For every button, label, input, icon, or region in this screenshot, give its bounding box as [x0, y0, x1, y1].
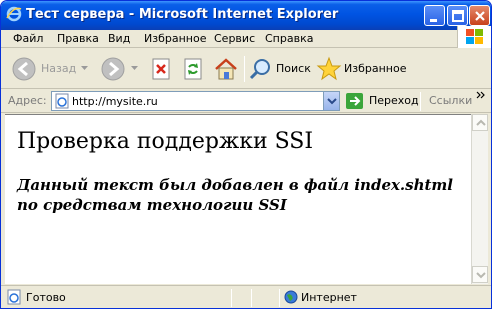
status-separator	[279, 289, 280, 307]
ie-window: Тест сервера - Microsoft Internet Explor…	[0, 0, 492, 309]
status-separator	[231, 289, 232, 307]
menu-edit[interactable]: Правка	[57, 32, 99, 45]
back-label: Назад	[41, 62, 77, 75]
scroll-up-button[interactable]	[472, 114, 488, 131]
go-button[interactable]: Переход	[346, 92, 419, 111]
maximize-button[interactable]	[447, 5, 468, 26]
back-button[interactable]: Назад	[9, 49, 89, 89]
address-dropdown-button[interactable]	[323, 92, 339, 110]
close-icon	[475, 11, 485, 21]
address-url: http://mysite.ru	[72, 95, 158, 108]
go-label: Переход	[369, 94, 419, 107]
globe-icon	[284, 290, 298, 304]
menu-favorites[interactable]: Избранное	[144, 32, 206, 45]
security-zone: Интернет	[301, 291, 357, 304]
title-bar[interactable]: Тест сервера - Microsoft Internet Explor…	[1, 1, 491, 30]
page-icon	[55, 93, 69, 109]
chevron-down-icon	[476, 272, 486, 279]
chevron-right-double-icon[interactable]	[476, 91, 486, 99]
windows-flag-icon	[466, 29, 483, 44]
home-icon	[215, 58, 237, 80]
standard-toolbar: Назад Поиск Избранное	[1, 49, 491, 89]
window-title: Тест сервера - Microsoft Internet Explor…	[26, 7, 339, 22]
links-button[interactable]: Ссылки	[429, 94, 472, 107]
chevron-up-icon	[476, 119, 486, 126]
stop-button[interactable]	[149, 49, 173, 89]
toolbar-separator	[244, 56, 245, 82]
search-label: Поиск	[276, 62, 311, 75]
toolbar-separator	[420, 92, 421, 111]
home-button[interactable]	[212, 49, 240, 89]
page-content: Проверка поддержки SSI Данный текст был …	[5, 114, 471, 284]
address-input[interactable]: http://mysite.ru	[51, 91, 340, 111]
status-text: Готово	[26, 291, 66, 304]
back-arrow-icon	[12, 57, 36, 81]
ie-logo-icon	[6, 6, 22, 22]
refresh-button[interactable]	[181, 49, 205, 89]
page-heading: Проверка поддержки SSI	[17, 129, 314, 154]
status-bar: Готово Интернет	[1, 285, 491, 308]
search-icon	[249, 59, 270, 80]
star-icon	[316, 56, 342, 81]
stop-icon	[152, 58, 170, 80]
favorites-label: Избранное	[344, 62, 407, 75]
windows-logo	[457, 26, 491, 48]
status-separator	[251, 289, 252, 307]
search-button[interactable]: Поиск	[249, 49, 311, 89]
scroll-down-button[interactable]	[472, 266, 488, 283]
vertical-scrollbar[interactable]	[471, 114, 488, 284]
menu-view[interactable]: Вид	[108, 32, 130, 45]
page-paragraph: Данный текст был добавлен в файл index.s…	[17, 176, 454, 214]
page-icon	[7, 289, 21, 305]
forward-arrow-icon	[101, 57, 125, 81]
minimize-button[interactable]	[424, 5, 445, 26]
favorites-button[interactable]: Избранное	[316, 49, 406, 89]
menu-bar: Файл Правка Вид Избранное Сервис Справка	[1, 30, 491, 48]
address-bar: Адрес: http://mysite.ru Переход Ссылки	[1, 90, 491, 113]
maximize-icon	[452, 10, 464, 22]
menu-help[interactable]: Справка	[265, 32, 313, 45]
chevron-down-icon	[327, 98, 337, 105]
go-arrow-icon	[346, 93, 363, 109]
menu-tools[interactable]: Сервис	[214, 32, 255, 45]
chevron-down-icon	[131, 66, 138, 70]
refresh-icon	[184, 58, 202, 80]
menu-file[interactable]: Файл	[13, 32, 43, 45]
address-label: Адрес:	[8, 94, 47, 107]
close-button[interactable]	[469, 5, 490, 26]
chevron-down-icon	[81, 66, 88, 70]
forward-button[interactable]	[98, 49, 140, 89]
minimize-icon	[430, 19, 437, 22]
